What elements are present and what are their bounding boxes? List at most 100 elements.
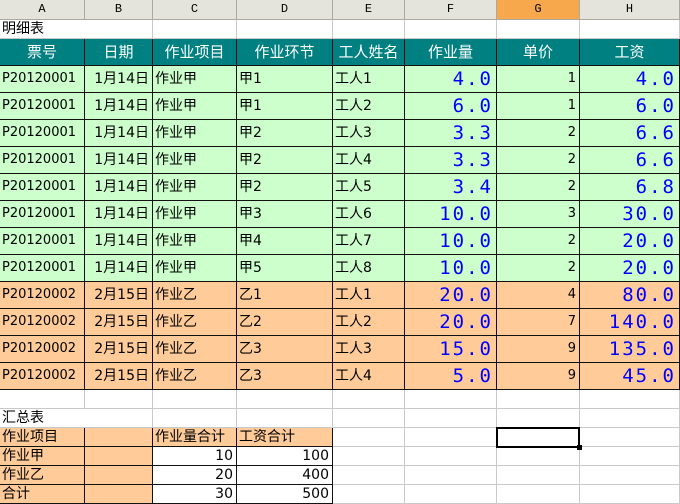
detail-cell-item[interactable]: 作业甲 [153, 174, 237, 201]
empty-cell[interactable] [405, 447, 497, 466]
detail-cell-worker[interactable]: 工人7 [333, 228, 405, 255]
column-header-e[interactable]: E [333, 0, 405, 20]
detail-cell-date[interactable]: 2月15日 [85, 282, 153, 309]
empty-cell[interactable] [497, 390, 580, 409]
detail-cell-worker[interactable]: 工人2 [333, 93, 405, 120]
detail-cell-wage[interactable]: 6.0 [580, 93, 680, 120]
detail-cell-ticket[interactable]: P20120002 [0, 336, 85, 363]
detail-cell-worker[interactable]: 工人4 [333, 147, 405, 174]
detail-cell-ticket[interactable]: P20120001 [0, 255, 85, 282]
column-header-c[interactable]: C [153, 0, 237, 20]
column-header-b[interactable]: B [85, 0, 153, 20]
detail-cell-item[interactable]: 作业乙 [153, 309, 237, 336]
empty-cell[interactable] [333, 466, 405, 485]
empty-cell[interactable] [497, 409, 580, 428]
empty-cell[interactable] [333, 447, 405, 466]
detail-cell-date[interactable]: 1月14日 [85, 147, 153, 174]
detail-cell-step[interactable]: 乙1 [237, 282, 333, 309]
empty-cell[interactable] [580, 447, 680, 466]
detail-cell-ticket[interactable]: P20120001 [0, 174, 85, 201]
detail-cell-price[interactable]: 1 [497, 66, 580, 93]
empty-cell[interactable] [497, 466, 580, 485]
detail-cell-qty[interactable]: 10.0 [405, 228, 497, 255]
detail-cell-wage[interactable]: 4.0 [580, 66, 680, 93]
empty-cell[interactable] [153, 390, 237, 409]
detail-cell-item[interactable]: 作业乙 [153, 363, 237, 390]
empty-cell[interactable] [580, 390, 680, 409]
summary-cell-item[interactable]: 合计 [0, 485, 85, 504]
detail-cell-ticket[interactable]: P20120001 [0, 147, 85, 174]
column-header-a[interactable]: A [0, 0, 85, 20]
detail-cell-worker[interactable]: 工人2 [333, 309, 405, 336]
empty-cell[interactable] [405, 428, 497, 447]
detail-cell-price[interactable]: 2 [497, 120, 580, 147]
summary-cell-wage-total[interactable]: 100 [237, 447, 333, 466]
empty-cell[interactable] [0, 390, 85, 409]
detail-cell-qty[interactable]: 20.0 [405, 309, 497, 336]
detail-cell-step[interactable]: 甲2 [237, 174, 333, 201]
empty-cell[interactable] [153, 20, 237, 39]
detail-cell-date[interactable]: 1月14日 [85, 255, 153, 282]
detail-cell-item[interactable]: 作业甲 [153, 255, 237, 282]
summary-cell-blank[interactable] [85, 447, 153, 466]
detail-cell-qty[interactable]: 3.4 [405, 174, 497, 201]
detail-cell-step[interactable]: 乙2 [237, 309, 333, 336]
detail-cell-date[interactable]: 1月14日 [85, 120, 153, 147]
detail-cell-ticket[interactable]: P20120002 [0, 282, 85, 309]
summary-cell-qty-total[interactable]: 30 [153, 485, 237, 504]
detail-cell-worker[interactable]: 工人5 [333, 174, 405, 201]
empty-cell[interactable] [580, 20, 680, 39]
detail-cell-qty[interactable]: 15.0 [405, 336, 497, 363]
empty-cell[interactable] [580, 485, 680, 504]
summary-cell-blank[interactable] [85, 485, 153, 504]
summary-cell-blank[interactable] [85, 466, 153, 485]
detail-header-0[interactable]: 票号 [0, 39, 85, 66]
detail-cell-item[interactable]: 作业甲 [153, 201, 237, 228]
detail-cell-qty[interactable]: 5.0 [405, 363, 497, 390]
empty-cell[interactable] [580, 428, 680, 447]
detail-cell-qty[interactable]: 4.0 [405, 66, 497, 93]
summary-cell-wage-total[interactable]: 500 [237, 485, 333, 504]
detail-cell-price[interactable]: 2 [497, 147, 580, 174]
detail-cell-wage[interactable]: 6.6 [580, 147, 680, 174]
detail-cell-worker[interactable]: 工人4 [333, 363, 405, 390]
detail-cell-ticket[interactable]: P20120002 [0, 309, 85, 336]
empty-cell[interactable] [333, 390, 405, 409]
empty-cell[interactable] [333, 409, 405, 428]
detail-cell-item[interactable]: 作业甲 [153, 120, 237, 147]
detail-cell-date[interactable]: 2月15日 [85, 363, 153, 390]
detail-header-4[interactable]: 工人姓名 [333, 39, 405, 66]
empty-cell[interactable] [497, 20, 580, 39]
empty-cell[interactable] [333, 485, 405, 504]
empty-cell[interactable] [237, 390, 333, 409]
detail-cell-price[interactable]: 2 [497, 255, 580, 282]
empty-cell[interactable] [580, 409, 680, 428]
detail-cell-ticket[interactable]: P20120001 [0, 120, 85, 147]
detail-cell-item[interactable]: 作业甲 [153, 228, 237, 255]
detail-header-3[interactable]: 作业环节 [237, 39, 333, 66]
summary-header-blank[interactable] [85, 428, 153, 447]
summary-cell-qty-total[interactable]: 20 [153, 466, 237, 485]
detail-cell-qty[interactable]: 6.0 [405, 93, 497, 120]
detail-cell-worker[interactable]: 工人8 [333, 255, 405, 282]
empty-cell[interactable] [237, 20, 333, 39]
empty-cell[interactable] [405, 466, 497, 485]
detail-cell-wage[interactable]: 45.0 [580, 363, 680, 390]
detail-cell-ticket[interactable]: P20120002 [0, 363, 85, 390]
detail-cell-wage[interactable]: 30.0 [580, 201, 680, 228]
detail-cell-qty[interactable]: 20.0 [405, 282, 497, 309]
detail-cell-step[interactable]: 甲5 [237, 255, 333, 282]
detail-cell-date[interactable]: 1月14日 [85, 93, 153, 120]
column-header-g[interactable]: G [497, 0, 580, 20]
detail-cell-wage[interactable]: 135.0 [580, 336, 680, 363]
detail-header-2[interactable]: 作业项目 [153, 39, 237, 66]
detail-header-7[interactable]: 工资 [580, 39, 680, 66]
detail-cell-step[interactable]: 乙3 [237, 363, 333, 390]
empty-cell[interactable] [333, 428, 405, 447]
empty-cell[interactable] [85, 390, 153, 409]
detail-header-6[interactable]: 单价 [497, 39, 580, 66]
detail-cell-step[interactable]: 甲3 [237, 201, 333, 228]
detail-cell-price[interactable]: 9 [497, 363, 580, 390]
empty-cell[interactable] [405, 409, 497, 428]
detail-cell-step[interactable]: 甲1 [237, 66, 333, 93]
